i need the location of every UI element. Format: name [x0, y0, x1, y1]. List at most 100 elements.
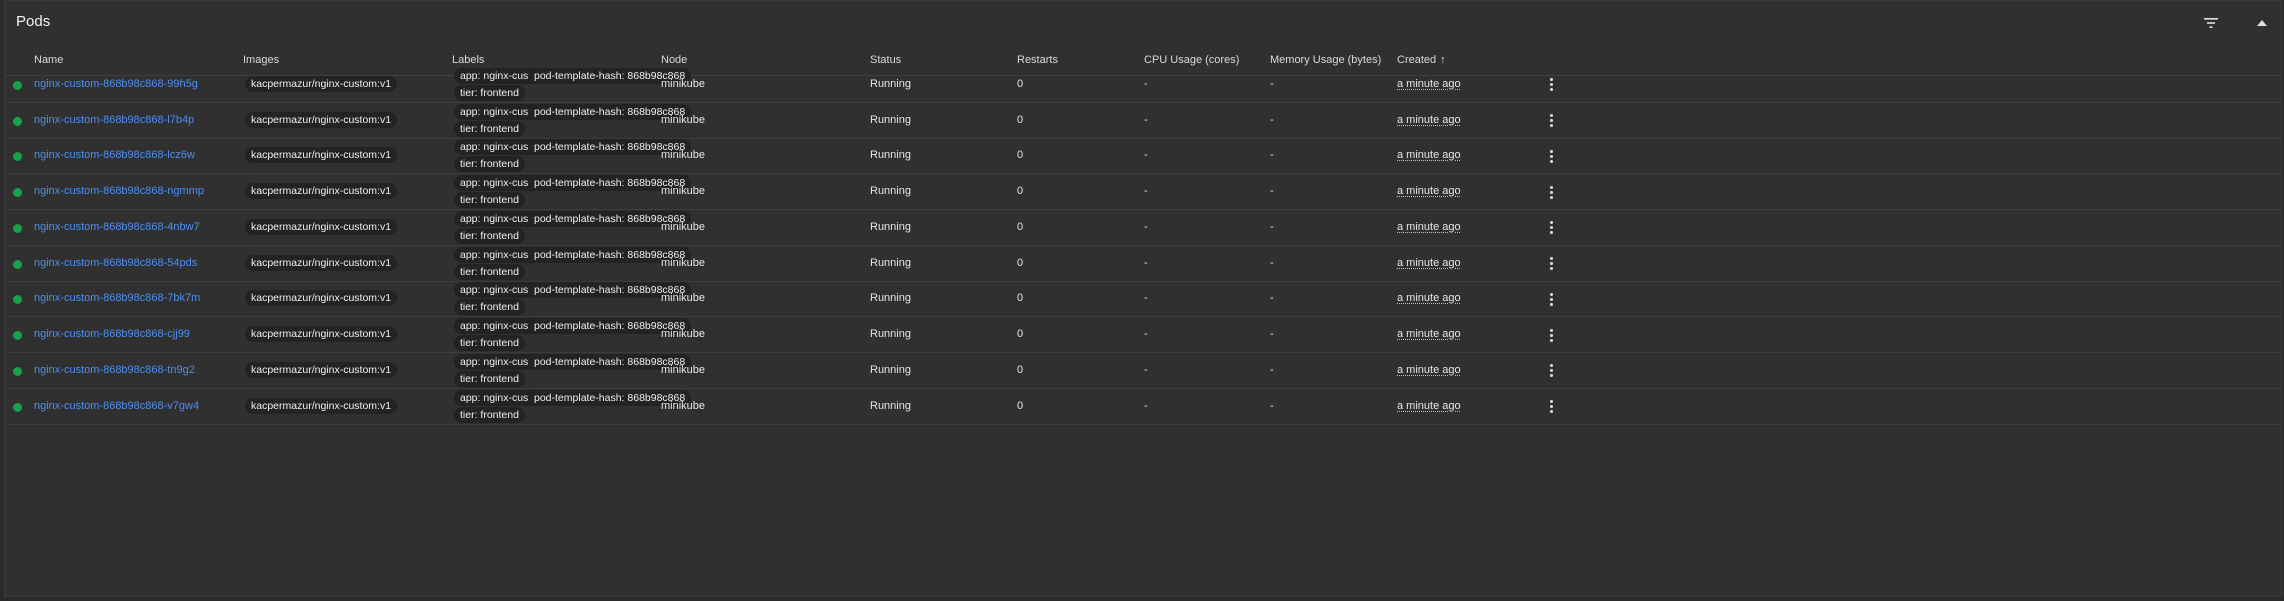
- cpu-usage-value: -: [1144, 149, 1148, 162]
- column-header-created[interactable]: Created ↑: [1397, 54, 1446, 66]
- table-row: nginx-custom-868b98c868-tn9g2 kacpermazur…: [5, 353, 2281, 389]
- more-vert-icon[interactable]: [1545, 112, 1557, 130]
- created-value[interactable]: a minute ago: [1397, 292, 1461, 304]
- memory-usage-value: -: [1270, 220, 1274, 233]
- more-vert-icon[interactable]: [1545, 290, 1557, 308]
- created-value[interactable]: a minute ago: [1397, 114, 1461, 126]
- status-value: Running: [870, 256, 911, 269]
- status-value: Running: [870, 399, 911, 412]
- memory-usage-value: -: [1270, 399, 1274, 412]
- status-running-icon: [13, 259, 22, 269]
- label-chip-tier: tier: frontend: [454, 370, 525, 387]
- created-value[interactable]: a minute ago: [1397, 185, 1461, 197]
- more-vert-icon[interactable]: [1545, 147, 1557, 165]
- label-chip-tier: tier: frontend: [454, 192, 525, 209]
- label-chip-tier: tier: frontend: [454, 406, 525, 423]
- memory-usage-value: -: [1270, 363, 1274, 376]
- created-value[interactable]: a minute ago: [1397, 221, 1461, 233]
- node-value: minikube: [661, 185, 706, 198]
- label-chip-tier: tier: frontend: [454, 84, 525, 101]
- sort-ascending-icon: ↑: [1440, 54, 1446, 66]
- column-header-labels: Labels: [452, 54, 485, 66]
- pod-name-link[interactable]: nginx-custom-868b98c868-99h5g: [34, 78, 198, 90]
- restarts-value: 0: [1017, 185, 1024, 198]
- column-header-cpu: CPU Usage (cores): [1144, 54, 1240, 66]
- pods-panel: Pods Name Images Labels Node Status Rest…: [4, 0, 2282, 597]
- image-chip: kacpermazur/nginx-custom:v1: [245, 326, 398, 343]
- label-chip-tier: tier: frontend: [454, 263, 525, 280]
- more-vert-icon[interactable]: [1545, 255, 1557, 273]
- status-running-icon: [13, 223, 22, 233]
- node-value: minikube: [661, 77, 706, 90]
- pod-name-link[interactable]: nginx-custom-868b98c868-4nbw7: [34, 221, 200, 233]
- cpu-usage-value: -: [1144, 292, 1148, 305]
- panel-title: Pods: [16, 13, 51, 30]
- image-chip: kacpermazur/nginx-custom:v1: [245, 218, 398, 235]
- node-value: minikube: [661, 328, 706, 341]
- column-header-status[interactable]: Status: [870, 54, 901, 66]
- cpu-usage-value: -: [1144, 77, 1148, 90]
- image-chip: kacpermazur/nginx-custom:v1: [245, 147, 398, 164]
- label-chip-tier: tier: frontend: [454, 156, 525, 173]
- created-value[interactable]: a minute ago: [1397, 257, 1461, 269]
- cpu-usage-value: -: [1144, 113, 1148, 126]
- pod-name-link[interactable]: nginx-custom-868b98c868-cjj99: [34, 328, 190, 340]
- pod-name-link[interactable]: nginx-custom-868b98c868-54pds: [34, 257, 197, 269]
- pod-name-link[interactable]: nginx-custom-868b98c868-ngmmp: [34, 185, 204, 197]
- image-chip: kacpermazur/nginx-custom:v1: [245, 111, 398, 128]
- filter-icon[interactable]: [2201, 13, 2221, 33]
- chevron-up-icon[interactable]: [2252, 13, 2272, 33]
- pod-name-link[interactable]: nginx-custom-868b98c868-7bk7m: [34, 292, 200, 304]
- memory-usage-value: -: [1270, 256, 1274, 269]
- column-header-restarts[interactable]: Restarts: [1017, 54, 1058, 66]
- restarts-value: 0: [1017, 399, 1024, 412]
- created-value[interactable]: a minute ago: [1397, 78, 1461, 90]
- image-chip: kacpermazur/nginx-custom:v1: [245, 183, 398, 200]
- memory-usage-value: -: [1270, 113, 1274, 126]
- more-vert-icon[interactable]: [1545, 398, 1557, 416]
- table-row: nginx-custom-868b98c868-4nbw7 kacpermazur…: [5, 210, 2281, 246]
- more-vert-icon[interactable]: [1545, 326, 1557, 344]
- table-row: nginx-custom-868b98c868-7bk7m kacpermazur…: [5, 282, 2281, 318]
- more-vert-icon[interactable]: [1545, 183, 1557, 201]
- created-value[interactable]: a minute ago: [1397, 149, 1461, 161]
- more-vert-icon[interactable]: [1545, 362, 1557, 380]
- table-row: nginx-custom-868b98c868-54pds kacpermazur…: [5, 246, 2281, 282]
- status-value: Running: [870, 113, 911, 126]
- status-running-icon: [13, 152, 22, 162]
- cpu-usage-value: -: [1144, 363, 1148, 376]
- created-value[interactable]: a minute ago: [1397, 400, 1461, 412]
- status-value: Running: [870, 220, 911, 233]
- memory-usage-value: -: [1270, 149, 1274, 162]
- more-vert-icon[interactable]: [1545, 219, 1557, 237]
- column-header-node[interactable]: Node: [661, 54, 687, 66]
- image-chip: kacpermazur/nginx-custom:v1: [245, 75, 398, 92]
- label-chip-tier: tier: frontend: [454, 299, 525, 316]
- node-value: minikube: [661, 113, 706, 126]
- image-chip: kacpermazur/nginx-custom:v1: [245, 397, 398, 414]
- status-value: Running: [870, 149, 911, 162]
- panel-header: Pods: [5, 1, 2281, 45]
- pod-name-link[interactable]: nginx-custom-868b98c868-l7b4p: [34, 114, 194, 126]
- pod-name-link[interactable]: nginx-custom-868b98c868-lcz6w: [34, 149, 195, 161]
- restarts-value: 0: [1017, 149, 1024, 162]
- memory-usage-value: -: [1270, 77, 1274, 90]
- status-value: Running: [870, 292, 911, 305]
- pod-name-link[interactable]: nginx-custom-868b98c868-tn9g2: [34, 364, 195, 376]
- node-value: minikube: [661, 363, 706, 376]
- node-value: minikube: [661, 256, 706, 269]
- label-chip-tier: tier: frontend: [454, 227, 525, 244]
- restarts-value: 0: [1017, 292, 1024, 305]
- restarts-value: 0: [1017, 256, 1024, 269]
- created-value[interactable]: a minute ago: [1397, 328, 1461, 340]
- table-row: nginx-custom-868b98c868-l7b4p kacpermazur…: [5, 103, 2281, 139]
- restarts-value: 0: [1017, 113, 1024, 126]
- restarts-value: 0: [1017, 220, 1024, 233]
- pod-name-link[interactable]: nginx-custom-868b98c868-v7gw4: [34, 400, 199, 412]
- column-header-name[interactable]: Name: [34, 54, 63, 66]
- created-value[interactable]: a minute ago: [1397, 364, 1461, 376]
- cpu-usage-value: -: [1144, 256, 1148, 269]
- more-vert-icon[interactable]: [1545, 76, 1557, 94]
- label-chip-tier: tier: frontend: [454, 335, 525, 352]
- table-row: nginx-custom-868b98c868-ngmmp kacpermazur…: [5, 174, 2281, 210]
